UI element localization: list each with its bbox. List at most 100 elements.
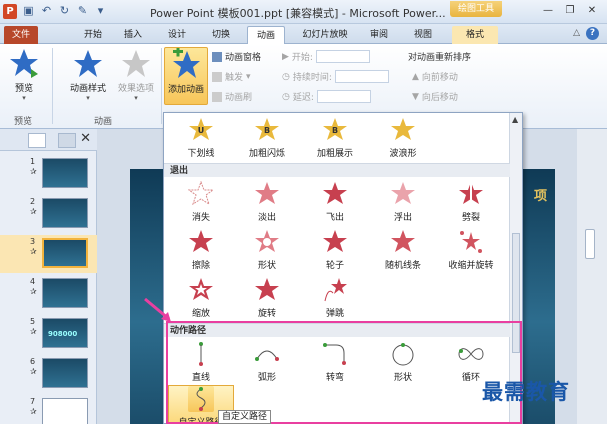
random-bars-star-icon: [390, 229, 416, 255]
gallery-scroll-thumb[interactable]: [512, 233, 520, 353]
slide-thumbnail[interactable]: 6 ✰: [0, 355, 97, 393]
path-shape[interactable]: 形状: [370, 341, 436, 383]
drawing-tools-context-label: 绘图工具: [450, 1, 502, 17]
tab-animations[interactable]: 动画: [247, 26, 285, 44]
slide-thumbnail-selected[interactable]: 3 ✰: [0, 235, 97, 273]
effect-fade[interactable]: 淡出: [234, 181, 300, 223]
scroll-up-icon[interactable]: ▲: [512, 115, 518, 124]
move-later-button[interactable]: ▼ 向后移动: [412, 90, 458, 104]
shape-star-icon: [254, 229, 280, 255]
effect-split[interactable]: 劈裂: [438, 181, 504, 223]
effect-bounce[interactable]: 弹跳: [302, 277, 368, 319]
effect-bold-reveal[interactable]: B 加粗展示: [302, 117, 368, 159]
tab-review[interactable]: 审阅: [364, 26, 394, 44]
outline-tab[interactable]: [58, 133, 76, 148]
delay-control: ◷ 延迟:: [282, 90, 371, 103]
redo-icon[interactable]: ↻: [58, 3, 71, 18]
slide-thumbnail[interactable]: 2 ✰: [0, 195, 97, 233]
tab-view[interactable]: 视图: [408, 26, 438, 44]
undo-icon[interactable]: ↶: [40, 3, 53, 18]
animation-pane-button[interactable]: 动画窗格: [212, 50, 261, 63]
format-painter-icon[interactable]: ✎: [76, 3, 89, 18]
duration-input[interactable]: [334, 70, 389, 83]
start-select[interactable]: [315, 50, 370, 63]
tab-file[interactable]: 文件: [4, 26, 38, 44]
effect-shape[interactable]: 形状: [234, 229, 300, 271]
restore-icon[interactable]: ❐: [561, 3, 579, 18]
fade-star-icon: [254, 181, 280, 207]
effect-float-out[interactable]: 浮出: [370, 181, 436, 223]
tab-design[interactable]: 设计: [162, 26, 192, 44]
close-icon[interactable]: ✕: [583, 3, 601, 18]
help-icon[interactable]: ?: [586, 27, 599, 40]
slide-thumbnail[interactable]: 7 ✰: [0, 395, 97, 424]
trigger-icon: [212, 71, 222, 82]
customize-qat-icon[interactable]: ▾: [94, 3, 107, 18]
effect-shrink-turn[interactable]: 收缩并旋转: [438, 229, 504, 271]
section-exit: 退出: [164, 163, 510, 177]
slide-thumbnail[interactable]: 5 ✰ 908000: [0, 315, 97, 353]
loop-path-icon: [458, 341, 484, 367]
path-turn[interactable]: 转弯: [302, 341, 368, 383]
slide-preview: [42, 238, 88, 268]
slides-tab[interactable]: [28, 133, 46, 148]
move-earlier-button[interactable]: ▲ 向前移动: [412, 70, 458, 84]
line-path-icon: [188, 341, 214, 367]
slide-preview: [42, 198, 88, 228]
effect-swivel[interactable]: 旋转: [234, 277, 300, 319]
custom-path-icon: [188, 386, 214, 412]
tab-format[interactable]: 格式: [452, 26, 498, 44]
minimize-icon[interactable]: —: [539, 3, 557, 18]
save-icon[interactable]: ▣: [22, 3, 35, 18]
effect-bold-flash[interactable]: B 加粗闪烁: [234, 117, 300, 159]
slide-thumbnail[interactable]: 1 ✰: [0, 155, 97, 193]
slide-thumbnail[interactable]: 4 ✰: [0, 275, 97, 313]
minimize-ribbon-icon[interactable]: △: [573, 27, 580, 40]
slides-panel: ✕ 1 ✰ 2 ✰ 3 ✰ 4 ✰ 5 ✰ 908000 6 ✰ 7 ✰: [0, 129, 97, 424]
powerpoint-logo-icon: P: [3, 4, 17, 19]
group-label-preview: 预览: [14, 117, 33, 127]
path-arc[interactable]: 弧形: [234, 341, 300, 383]
tab-transitions[interactable]: 切换: [206, 26, 236, 44]
svg-text:B: B: [332, 126, 338, 135]
preview-button[interactable]: 预览 ▾: [6, 47, 42, 102]
ribbon-tabs: 文件 开始 插入 设计 切换 动画 幻灯片放映 审阅 视图 格式 △ ?: [0, 24, 607, 44]
section-motion-paths: 动作路径: [164, 323, 510, 337]
disappear-star-icon: [187, 180, 215, 207]
arrow-down-icon: ▼: [412, 91, 419, 102]
clock-icon: ◷: [282, 71, 290, 82]
group-divider: [161, 48, 162, 124]
group-divider: [52, 48, 53, 124]
effect-wipe[interactable]: 擦除: [168, 229, 234, 271]
window-controls: — ❐ ✕: [539, 3, 601, 18]
effect-wave[interactable]: 波浪形: [370, 117, 436, 159]
close-icon[interactable]: ✕: [80, 131, 91, 146]
effect-fly-out[interactable]: 飞出: [302, 181, 368, 223]
slide-preview: [42, 158, 88, 188]
effect-zoom[interactable]: 缩放: [168, 277, 234, 319]
path-line[interactable]: 直线: [168, 341, 234, 383]
effect-underline[interactable]: U 下划线: [168, 117, 234, 159]
wave-star-icon: [390, 117, 416, 143]
delay-input[interactable]: [316, 90, 371, 103]
shrink-turn-star-icon: [458, 229, 484, 255]
vertical-scrollbar[interactable]: [577, 129, 607, 424]
play-icon: ▶: [282, 51, 289, 62]
start-control: ▶ 开始:: [282, 50, 370, 63]
tab-home[interactable]: 开始: [78, 26, 108, 44]
tab-slideshow[interactable]: 幻灯片放映: [294, 26, 356, 44]
animation-painter-button[interactable]: 动画刷: [212, 90, 252, 103]
chevron-down-icon: ▾: [86, 94, 90, 102]
underline-star-icon: U: [188, 117, 214, 143]
effect-wheel[interactable]: 轮子: [302, 229, 368, 271]
animation-style-button[interactable]: 动画样式 ▾: [66, 47, 110, 102]
effect-random-bars[interactable]: 随机线条: [370, 229, 436, 271]
arc-path-icon: [254, 341, 280, 367]
scrollbar-thumb[interactable]: [585, 229, 595, 259]
add-animation-button[interactable]: 添加动画: [164, 46, 208, 105]
effect-disappear[interactable]: 消失: [168, 180, 234, 223]
effect-options-button[interactable]: 效果选项 ▾: [114, 47, 158, 102]
trigger-button[interactable]: 触发 ▾: [212, 70, 251, 83]
pointer-arrow-icon: [144, 297, 171, 322]
tab-insert[interactable]: 插入: [118, 26, 148, 44]
